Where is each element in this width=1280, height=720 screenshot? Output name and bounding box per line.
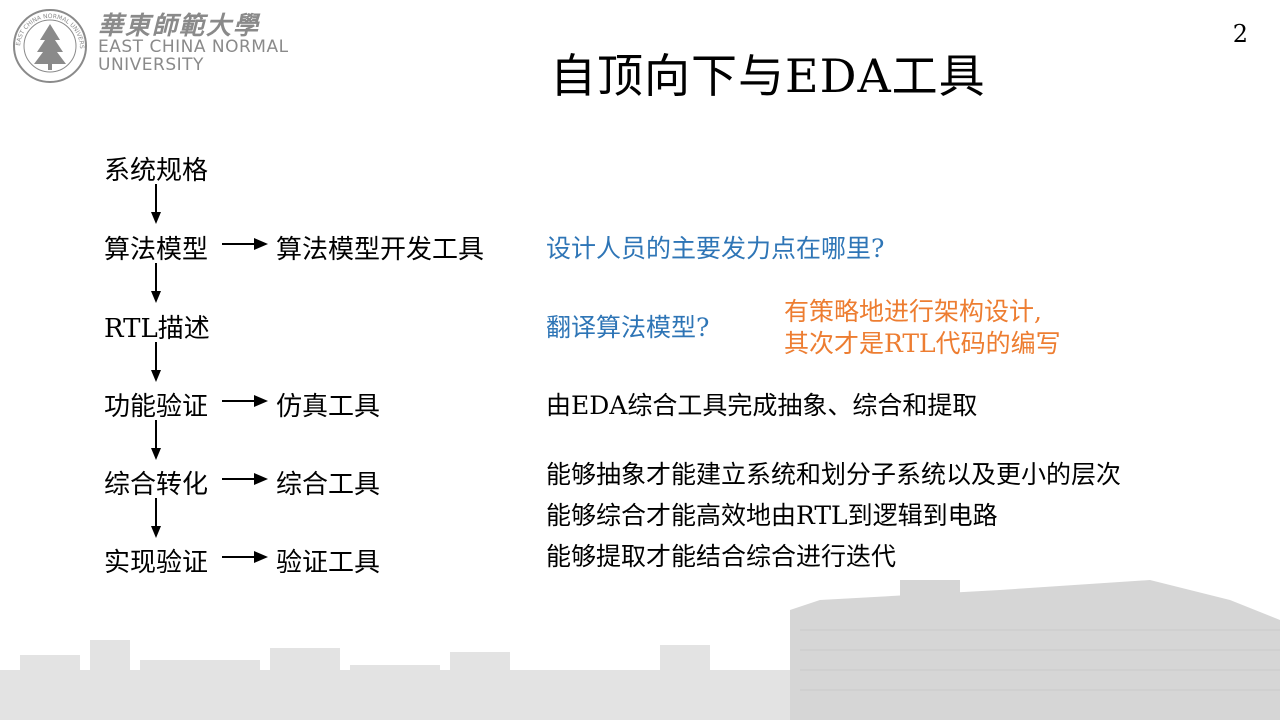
logo-english-line1: EAST CHINA NORMAL (98, 37, 289, 57)
step-system-spec: 系统规格 (104, 156, 209, 186)
step-algorithm-model: 算法模型 (104, 235, 209, 265)
logo-english-name: EAST CHINA NORMAL UNIVERSITY (98, 38, 289, 74)
right-arrow-icon (222, 473, 268, 485)
down-arrow-icon (151, 498, 161, 538)
down-arrow-icon (151, 263, 161, 303)
step-function-verification: 功能验证 (104, 392, 209, 422)
university-seal-icon: EAST CHINA NORMAL UNIVERSITY (12, 8, 87, 83)
down-arrow-icon (151, 184, 161, 224)
step-rtl-description: RTL描述 (104, 314, 210, 344)
ability-abstract: 能够抽象才能建立系统和划分子系统以及更小的层次 (546, 460, 1122, 489)
logo-english-line2: UNIVERSITY (98, 55, 204, 75)
slide-title: 自顶向下与EDA工具 (550, 49, 986, 103)
answer-line-1: 有策略地进行架构设计, (784, 297, 1042, 326)
down-arrow-icon (151, 342, 161, 382)
tool-simulation: 仿真工具 (276, 392, 381, 422)
step-synthesis: 综合转化 (104, 470, 209, 500)
question-focus: 设计人员的主要发力点在哪里? (546, 234, 885, 263)
campus-skyline-image (0, 580, 1280, 720)
ability-synthesize: 能够综合才能高效地由RTL到逻辑到电路 (546, 501, 998, 530)
right-arrow-icon (222, 395, 268, 407)
right-arrow-icon (222, 238, 268, 250)
answer-line-2: 其次才是RTL代码的编写 (784, 329, 1061, 358)
tool-algorithm-model-dev: 算法模型开发工具 (276, 235, 485, 265)
page-number: 2 (1232, 20, 1248, 48)
tool-synthesis: 综合工具 (276, 470, 381, 500)
question-translate: 翻译算法模型? (546, 313, 710, 342)
down-arrow-icon (151, 420, 161, 460)
eda-statement: 由EDA综合工具完成抽象、综合和提取 (546, 391, 978, 420)
